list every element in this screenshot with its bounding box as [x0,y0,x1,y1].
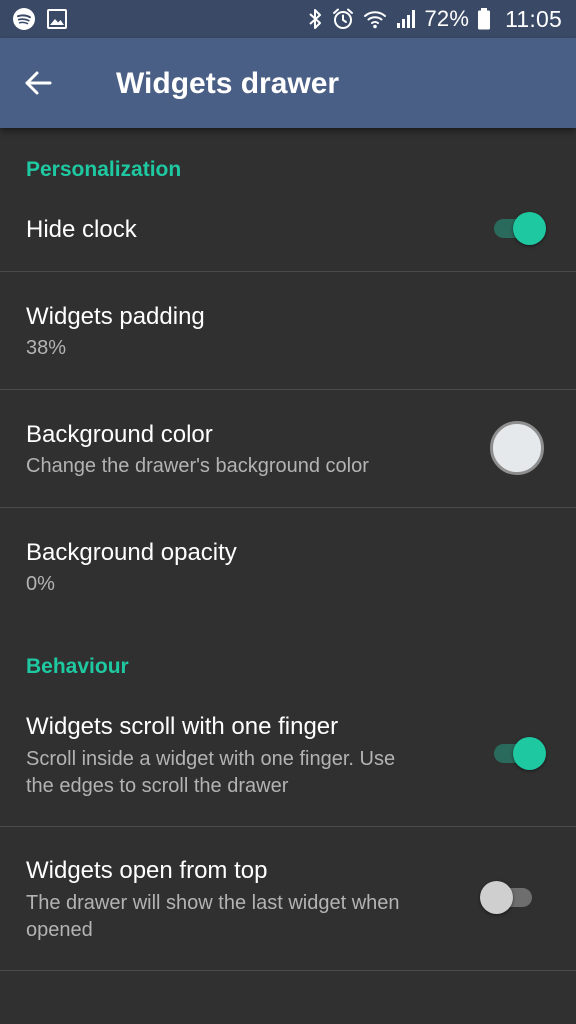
setting-scroll-one-finger[interactable]: Widgets scroll with one finger Scroll in… [0,691,576,825]
setting-widgets-padding[interactable]: Widgets padding 38% [0,272,576,389]
signal-icon [395,8,417,30]
status-bar: 72% 11:05 [0,0,576,38]
setting-summary: The drawer will show the last widget whe… [26,892,400,941]
setting-value: 38% [26,337,67,359]
setting-open-from-top[interactable]: Widgets open from top The drawer will sh… [0,827,576,970]
setting-title: Background opacity [26,539,237,566]
setting-hide-clock[interactable]: Hide clock [0,194,576,270]
alarm-icon [331,7,355,31]
background-color-swatch[interactable] [490,421,544,475]
setting-title: Widgets padding [26,303,205,330]
setting-summary: Change the drawer's background color [26,455,369,477]
section-header-personalization: Personalization [26,158,182,181]
section-header-behaviour: Behaviour [26,655,129,678]
setting-title: Widgets scroll with one finger [26,713,339,740]
battery-icon [477,7,491,31]
setting-summary: Scroll inside a widget with one finger. … [26,748,396,797]
battery-percentage: 72% [424,6,470,31]
status-right-icons: 72% 11:05 [307,6,563,33]
setting-background-opacity[interactable]: Background opacity 0% [0,508,576,625]
hide-clock-toggle[interactable] [492,211,548,245]
setting-background-color[interactable]: Background color Change the drawer's bac… [0,390,576,507]
toggle-thumb [513,737,546,770]
image-icon [46,8,68,30]
open-from-top-toggle[interactable] [480,880,536,914]
app-bar: Widgets drawer [0,38,576,128]
setting-title: Hide clock [26,216,137,243]
toggle-thumb [513,212,546,245]
clock-time: 11:05 [505,5,562,32]
spotify-icon [12,7,36,31]
arrow-back-icon [24,69,52,97]
setting-value: 0% [26,573,55,595]
wifi-icon [363,7,387,31]
toggle-thumb [480,881,513,914]
setting-title: Widgets open from top [26,857,268,884]
status-left-icons [12,7,68,31]
scroll-one-finger-toggle[interactable] [492,736,548,770]
setting-title: Background color [26,421,213,448]
page-title: Widgets drawer [116,67,340,100]
bluetooth-icon [307,7,323,31]
divider [0,970,576,971]
back-button[interactable] [14,59,62,107]
